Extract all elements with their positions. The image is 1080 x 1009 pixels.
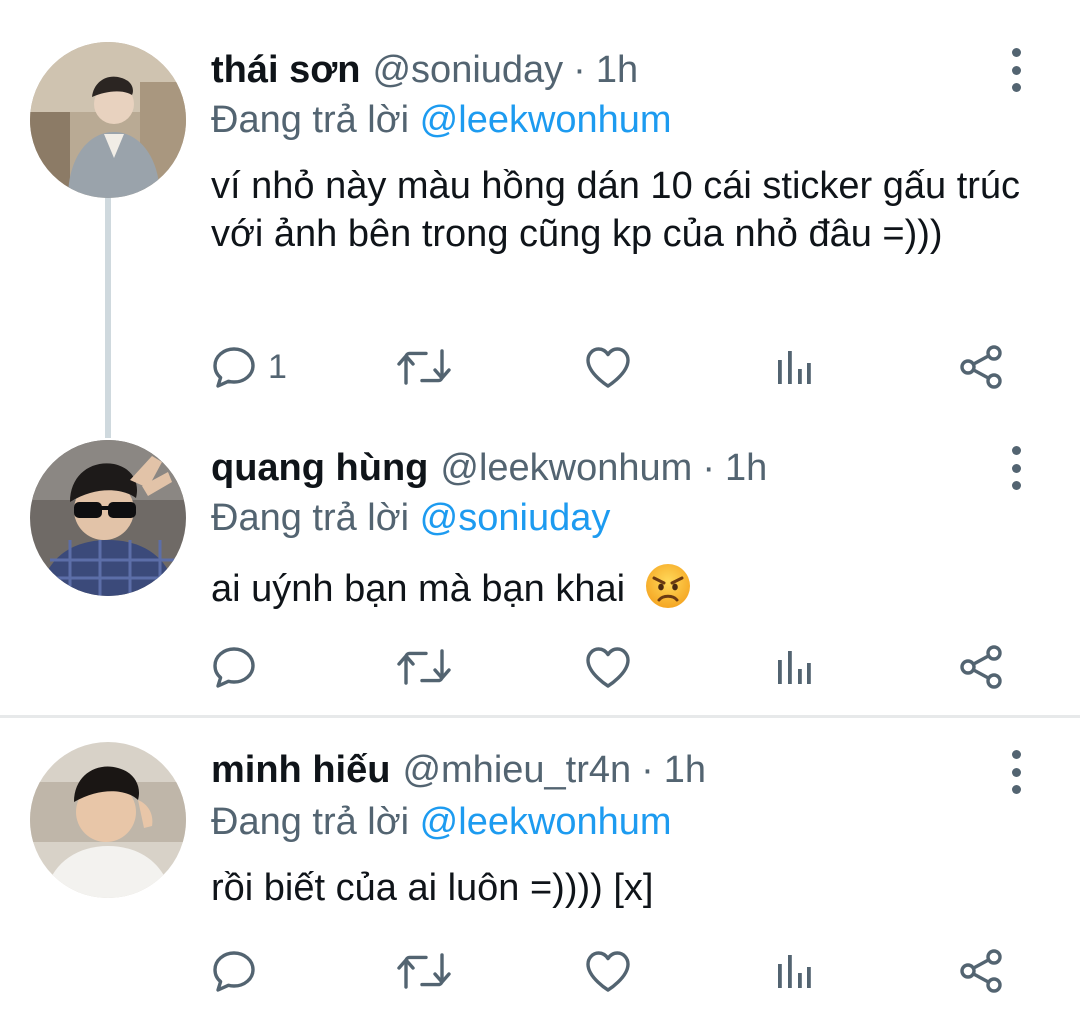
- tweet-text: rồi biết của ai luôn =)))) [x]: [211, 867, 654, 909]
- mention-link[interactable]: @soniuday: [420, 497, 611, 539]
- share-button[interactable]: [958, 946, 1006, 996]
- replying-to-label: Đang trả lời: [211, 801, 410, 843]
- avatar-photo: [30, 742, 186, 898]
- retweet-icon: [396, 947, 452, 995]
- reply-icon: [210, 947, 258, 995]
- tweet[interactable]: quang hùng @leekwonhum · 1h Đang trả lời…: [0, 430, 1080, 716]
- share-icon: [958, 643, 1006, 691]
- tweet[interactable]: minh hiếu @mhieu_tr4n · 1h Đang trả lời …: [0, 718, 1080, 1009]
- like-icon: [584, 645, 632, 689]
- tweet-header: thái sơn @soniuday · 1h: [211, 42, 638, 98]
- tweet-text-content: ai uýnh bạn mà bạn khai: [211, 568, 626, 610]
- separator-dot: ·: [702, 447, 715, 489]
- display-name[interactable]: minh hiếu: [211, 742, 390, 798]
- timestamp[interactable]: 1h: [664, 742, 706, 798]
- user-handle[interactable]: @soniuday: [372, 42, 563, 98]
- like-button[interactable]: [584, 642, 632, 692]
- like-icon: [584, 949, 632, 993]
- share-icon: [958, 343, 1006, 391]
- avatar[interactable]: [30, 742, 186, 898]
- share-button[interactable]: [958, 642, 1006, 692]
- replying-to-label: Đang trả lời: [211, 497, 410, 539]
- avatar-photo: [30, 42, 186, 198]
- reply-count: 1: [268, 347, 287, 386]
- angry-face-icon: [645, 564, 690, 608]
- display-name[interactable]: quang hùng: [211, 440, 428, 496]
- analytics-button[interactable]: [774, 642, 814, 692]
- analytics-button[interactable]: [774, 946, 814, 996]
- analytics-icon: [774, 951, 814, 991]
- display-name[interactable]: thái sơn: [211, 42, 360, 98]
- reply-button[interactable]: 1: [210, 342, 287, 392]
- reply-button[interactable]: [210, 642, 268, 692]
- reply-icon: [210, 643, 258, 691]
- retweet-icon: [396, 343, 452, 391]
- retweet-button[interactable]: [396, 342, 452, 392]
- analytics-icon: [774, 647, 814, 687]
- reply-icon: [210, 343, 258, 391]
- analytics-icon: [774, 347, 814, 387]
- retweet-button[interactable]: [396, 642, 452, 692]
- like-button[interactable]: [584, 342, 632, 392]
- avatar[interactable]: [30, 440, 186, 596]
- like-button[interactable]: [584, 946, 632, 996]
- replying-to: Đang trả lời @leekwonhum: [211, 796, 672, 848]
- replying-to-label: Đang trả lời: [211, 99, 410, 141]
- more-options-icon[interactable]: [1004, 750, 1028, 794]
- replying-to: Đang trả lời @leekwonhum: [211, 94, 672, 146]
- retweet-button[interactable]: [396, 946, 452, 996]
- tweet[interactable]: thái sơn @soniuday · 1h Đang trả lời @le…: [0, 0, 1080, 438]
- separator-dot: ·: [573, 49, 586, 91]
- timestamp[interactable]: 1h: [725, 440, 767, 496]
- action-bar: [210, 946, 1010, 996]
- tweet-text: ai uýnh bạn mà bạn khai: [211, 562, 1051, 613]
- mention-link[interactable]: @leekwonhum: [420, 99, 672, 141]
- thread-line: [105, 196, 111, 438]
- tweet-header: minh hiếu @mhieu_tr4n · 1h: [211, 742, 706, 798]
- tweet-header: quang hùng @leekwonhum · 1h: [211, 440, 767, 496]
- analytics-button[interactable]: [774, 342, 814, 392]
- share-button[interactable]: [958, 342, 1006, 392]
- avatar[interactable]: [30, 42, 186, 198]
- mention-link[interactable]: @leekwonhum: [420, 801, 672, 843]
- more-options-icon[interactable]: [1004, 48, 1028, 92]
- tweet-text: ví nhỏ này màu hồng dán 10 cái sticker g…: [211, 165, 1021, 255]
- user-handle[interactable]: @leekwonhum: [440, 440, 692, 496]
- share-icon: [958, 947, 1006, 995]
- retweet-icon: [396, 643, 452, 691]
- more-options-icon[interactable]: [1004, 446, 1028, 490]
- action-bar: 1: [210, 342, 1010, 392]
- user-handle[interactable]: @mhieu_tr4n: [402, 742, 631, 798]
- replying-to: Đang trả lời @soniuday: [211, 492, 610, 544]
- timestamp[interactable]: 1h: [596, 42, 638, 98]
- separator-dot: ·: [641, 749, 654, 791]
- avatar-photo: [30, 440, 186, 596]
- like-icon: [584, 345, 632, 389]
- reply-button[interactable]: [210, 946, 268, 996]
- action-bar: [210, 642, 1010, 692]
